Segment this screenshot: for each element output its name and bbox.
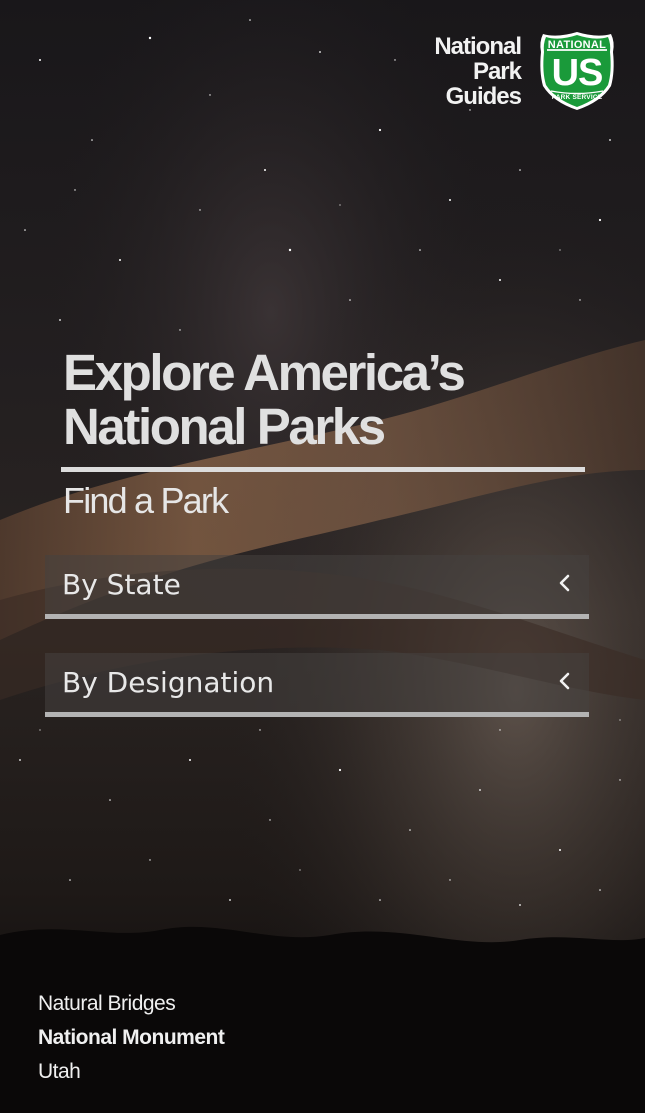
shield-bottom-text: PARK SERVICE [551, 94, 603, 101]
by-state-dropdown[interactable]: By State [45, 555, 589, 619]
caption-designation: National Monument [38, 1026, 225, 1049]
brand-line-1: National [434, 33, 522, 60]
photo-caption: Natural Bridges National Monument Utah [38, 987, 225, 1089]
by-state-label: By State [62, 568, 181, 601]
page-title-line-2: National Parks [63, 398, 386, 455]
title-divider [61, 467, 585, 472]
brand-line-3: Guides [445, 83, 522, 110]
by-designation-label: By Designation [62, 666, 275, 699]
shield-top-text: NATIONAL [547, 39, 607, 51]
brand-header: National Park Guides NATIONAL US PARK SE… [434, 30, 617, 112]
by-designation-dropdown[interactable]: By Designation [45, 653, 589, 717]
us-shield-logo: NATIONAL US PARK SERVICE [537, 30, 617, 112]
page-subtitle: Find a Park [63, 480, 229, 521]
caption-park-name: Natural Bridges [38, 992, 176, 1015]
shield-middle-text: US [551, 52, 604, 94]
brand-line-2: Park [472, 58, 522, 85]
chevron-left-icon [559, 574, 570, 592]
chevron-left-icon [559, 672, 570, 690]
caption-state: Utah [38, 1060, 81, 1083]
page-title-line-1: Explore America’s [63, 344, 466, 401]
brand-wordmark: National Park Guides [434, 33, 522, 110]
page-title: Explore America’s National Parks [63, 346, 603, 454]
